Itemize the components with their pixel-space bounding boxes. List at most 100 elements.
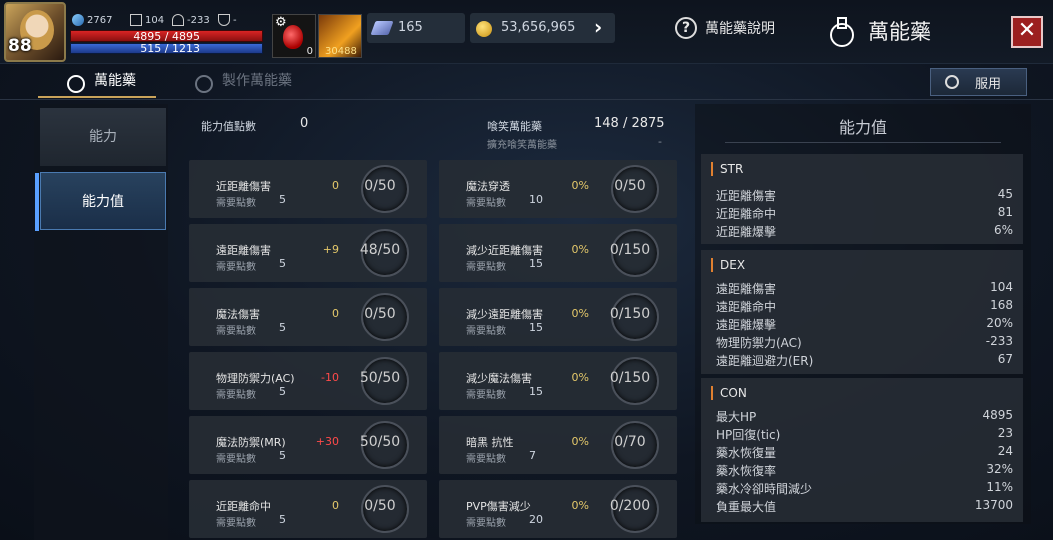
card-req-label: 需要點數	[466, 326, 506, 337]
ability-card[interactable]: 魔法防禦(MR) 需要點數 5 +30 50/50	[189, 416, 427, 474]
hp-bar: 4895 / 4895	[70, 30, 263, 43]
card-name: PVP傷害減少	[466, 500, 531, 513]
card-req-value: 5	[279, 321, 286, 334]
power-stat: 2767	[72, 14, 112, 26]
stat-value: 104	[990, 280, 1013, 294]
ability-card[interactable]: 物理防禦力(AC) 需要點數 5 -10 50/50	[189, 352, 427, 410]
card-req-value: 5	[279, 385, 286, 398]
card-name: 魔法傷害	[216, 308, 260, 321]
ability-grid: 能力值點數 0 喰笑萬能藥 148 / 2875 擴充喰笑萬能藥 - 近距離傷害…	[186, 104, 680, 540]
help-button[interactable]: ? 萬能藥說明	[675, 17, 775, 39]
tab-bar: 萬能藥 製作萬能藥	[0, 64, 1053, 100]
card-req-label: 需要點數	[216, 390, 256, 401]
stat-value: 6%	[993, 223, 1013, 237]
card-progress: 50/50	[359, 370, 401, 386]
stat-row: 遠距離迴避力(ER) 67	[716, 352, 1013, 369]
power-value: 2767	[87, 14, 113, 26]
card-req-label: 需要點數	[466, 518, 506, 529]
gold-coin-icon	[476, 21, 492, 37]
stat-value: 32%	[986, 462, 1013, 476]
left-nav: 能力 能力值	[34, 104, 168, 540]
stat-value: 20%	[986, 316, 1013, 330]
stat-group-head: STR	[711, 162, 743, 176]
ability-card[interactable]: 魔法傷害 需要點數 5 0 0/50	[189, 288, 427, 346]
stat-label: 遠距離傷害	[716, 282, 777, 296]
card-name: 近距離命中	[216, 500, 271, 513]
stat-label: 藥水冷卻時間減少	[716, 482, 813, 496]
stat-label: 近距離命中	[716, 207, 777, 221]
potion-icon	[283, 25, 303, 49]
card-req-label: 需要點數	[216, 262, 256, 273]
card-req-value: 5	[279, 449, 286, 462]
stat-row: 遠距離傷害 104	[716, 280, 1013, 297]
card-progress: 0/150	[609, 306, 651, 322]
ability-card[interactable]: 近距離傷害 需要點數 5 0 0/50	[189, 160, 427, 218]
card-req-label: 需要點數	[216, 454, 256, 465]
card-req-value: 15	[529, 321, 543, 334]
elixir-icon	[826, 17, 854, 47]
stat-row: 藥水冷卻時間減少 11%	[716, 480, 1013, 497]
card-bonus: 0%	[571, 499, 589, 512]
potion-count: 0	[306, 46, 313, 57]
nav-item-stats[interactable]: 能力值	[35, 172, 166, 231]
stat-label: 近距離爆擊	[716, 225, 777, 239]
mp-text: 515 / 1213	[140, 42, 200, 55]
ability-card[interactable]: 魔法穿透 需要點數 10 0% 0/50	[439, 160, 677, 218]
card-req-value: 15	[529, 257, 543, 270]
stat-row: 物理防禦力(AC) -233	[716, 334, 1013, 351]
stat-group-con: CON 最大HP 4895 HP回復(tic) 23 藥水恢復量 24 藥水恢復率 32…	[701, 378, 1023, 522]
card-progress: 0/150	[609, 242, 651, 258]
page-title: 萬能藥	[868, 20, 931, 44]
stat-label: 遠距離命中	[716, 300, 777, 314]
stat-label: 物理防禦力(AC)	[716, 336, 802, 350]
card-name: 減少遠距離傷害	[466, 308, 543, 321]
potion-slot[interactable]: ⚙ 0	[272, 14, 316, 58]
card-name: 減少近距離傷害	[466, 244, 543, 257]
ability-card[interactable]: 減少遠距離傷害 需要點數 15 0% 0/150	[439, 288, 677, 346]
stat-label: 遠距離爆擊	[716, 318, 777, 332]
tab-elixir[interactable]: 萬能藥	[38, 70, 156, 98]
card-name: 減少魔法傷害	[466, 372, 532, 385]
rank-stat: -	[218, 14, 237, 26]
ability-card[interactable]: 遠距離傷害 需要點數 5 +9 48/50	[189, 224, 427, 282]
tab-craft-elixir[interactable]: 製作萬能藥	[192, 70, 292, 93]
card-req-value: 5	[279, 193, 286, 206]
ability-card[interactable]: 近距離命中 需要點數 5 0 0/50	[189, 480, 427, 538]
card-bonus: +30	[315, 435, 339, 448]
stat-label: 藥水恢復率	[716, 464, 777, 478]
stat-group-str: STR 近距離傷害 45 近距離命中 81 近距離爆擊 6%	[701, 154, 1023, 244]
ability-card[interactable]: 減少魔法傷害 需要點數 15 0% 0/150	[439, 352, 677, 410]
card-name: 暗黑 抗性	[466, 436, 514, 449]
card-req-value: 10	[529, 193, 543, 206]
defense-value: 104	[145, 14, 165, 26]
use-button-label: 服用	[975, 76, 1002, 92]
card-progress: 0/50	[614, 178, 646, 194]
use-button[interactable]: 服用	[930, 68, 1027, 96]
arrow-slot[interactable]: 30488	[318, 14, 362, 58]
close-button[interactable]: ✕	[1011, 16, 1043, 48]
top-bar: 88 2767 104 -233 - 4895 / 4895 515 / 121…	[0, 0, 1053, 64]
stat-value: 81	[997, 205, 1013, 219]
ability-card[interactable]: 暗黑 抗性 需要點數 7 0% 0/70	[439, 416, 677, 474]
ability-card[interactable]: 減少近距離傷害 需要點數 15 0% 0/150	[439, 224, 677, 282]
chevron-right-icon[interactable]: ›	[594, 15, 602, 39]
stat-label: 最大HP	[716, 410, 757, 424]
card-req-label: 需要點數	[466, 198, 506, 209]
stat-group-dex: DEX 遠距離傷害 104 遠距離命中 168 遠距離爆擊 20% 物理防禦力(AC)…	[701, 250, 1023, 374]
card-req-label: 需要點數	[216, 518, 256, 529]
stat-row: 近距離命中 81	[716, 205, 1013, 222]
card-progress: 50/50	[359, 434, 401, 450]
card-bonus: -10	[321, 371, 339, 384]
points-value: 0	[300, 116, 309, 131]
stat-row: 近距離爆擊 6%	[716, 223, 1013, 240]
card-bonus: 0%	[571, 435, 589, 448]
nav-item-ability[interactable]: 能力	[40, 108, 166, 166]
stat-row: HP回復(tic) 23	[716, 426, 1013, 443]
card-progress: 0/50	[364, 306, 396, 322]
card-progress: 48/50	[359, 242, 401, 258]
ability-card[interactable]: PVP傷害減少 需要點數 20 0% 0/200	[439, 480, 677, 538]
nav-label: 能力值	[82, 194, 124, 210]
card-req-label: 需要點數	[466, 262, 506, 273]
card-bonus: 0	[332, 179, 339, 192]
card-req-label: 需要點數	[466, 390, 506, 401]
